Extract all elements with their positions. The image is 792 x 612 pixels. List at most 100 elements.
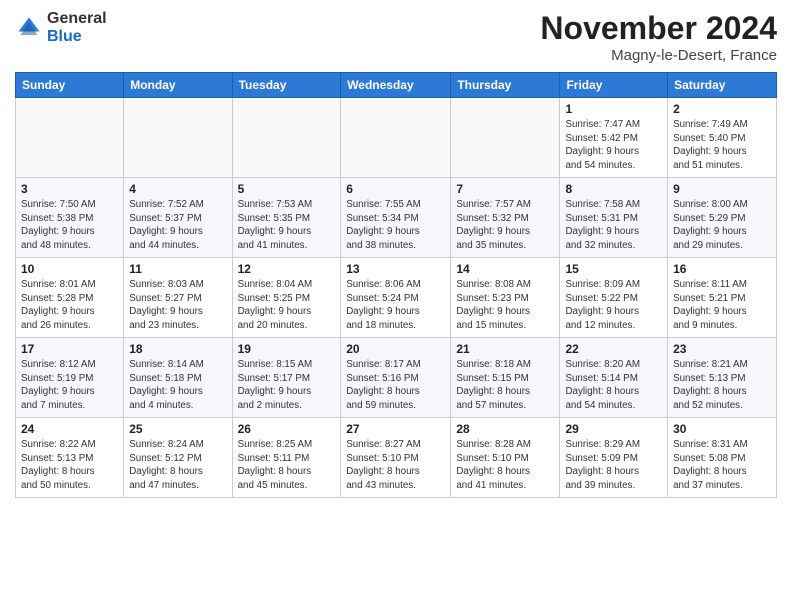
calendar-cell: 6 Sunrise: 7:55 AM Sunset: 5:34 PM Daylig… [341,178,451,258]
calendar-cell: 2 Sunrise: 7:49 AM Sunset: 5:40 PM Daylig… [668,98,777,178]
day-number: 16 [673,262,771,276]
day-info: Sunrise: 8:17 AM Sunset: 5:16 PM Dayligh… [346,358,445,413]
calendar-cell: 25Sunrise: 8:24 AM Sunset: 5:12 PM Dayli… [124,418,232,498]
day-number: 5 [238,182,336,196]
calendar-cell [16,98,124,178]
day-number: 27 [346,422,445,436]
calendar-week-row: 1 Sunrise: 7:47 AM Sunset: 5:42 PM Daylig… [16,98,777,178]
day-info: Sunrise: 7:47 AM Sunset: 5:42 PM Dayligh… [565,118,662,173]
day-number: 15 [565,262,662,276]
calendar-cell: 1 Sunrise: 7:47 AM Sunset: 5:42 PM Daylig… [560,98,668,178]
calendar-cell: 4Sunrise: 7:52 AM Sunset: 5:37 PM Daylig… [124,178,232,258]
calendar-page: General Blue November 2024 Magny-le-Dese… [0,0,792,612]
calendar-cell: 21Sunrise: 8:18 AM Sunset: 5:15 PM Dayli… [451,338,560,418]
logo: General Blue [15,10,107,45]
location: Magny-le-Desert, France [540,47,777,64]
calendar-cell: 24 Sunrise: 8:22 AM Sunset: 5:13 PM Dayli… [16,418,124,498]
calendar-cell: 10Sunrise: 8:01 AM Sunset: 5:28 PM Dayli… [16,258,124,338]
calendar-cell: 20 Sunrise: 8:17 AM Sunset: 5:16 PM Dayli… [341,338,451,418]
calendar-cell: 29Sunrise: 8:29 AM Sunset: 5:09 PM Dayli… [560,418,668,498]
day-number: 10 [21,262,118,276]
calendar-cell: 19 Sunrise: 8:15 AM Sunset: 5:17 PM Dayli… [232,338,341,418]
calendar-cell: 8 Sunrise: 7:58 AM Sunset: 5:31 PM Daylig… [560,178,668,258]
day-number: 23 [673,342,771,356]
month-title: November 2024 [540,10,777,47]
day-number: 25 [129,422,226,436]
day-info: Sunrise: 7:50 AM Sunset: 5:38 PM Dayligh… [21,198,118,253]
calendar-cell: 22Sunrise: 8:20 AM Sunset: 5:14 PM Dayli… [560,338,668,418]
day-number: 6 [346,182,445,196]
day-number: 9 [673,182,771,196]
calendar-week-row: 17 Sunrise: 8:12 AM Sunset: 5:19 PM Dayli… [16,338,777,418]
weekday-header: Tuesday [232,73,341,98]
day-number: 8 [565,182,662,196]
day-number: 11 [129,262,226,276]
day-info: Sunrise: 7:57 AM Sunset: 5:32 PM Dayligh… [456,198,554,253]
day-number: 26 [238,422,336,436]
weekday-header: Saturday [668,73,777,98]
day-info: Sunrise: 8:22 AM Sunset: 5:13 PM Dayligh… [21,438,118,493]
calendar-table: SundayMondayTuesdayWednesdayThursdayFrid… [15,72,777,498]
day-info: Sunrise: 8:09 AM Sunset: 5:22 PM Dayligh… [565,278,662,333]
day-number: 7 [456,182,554,196]
calendar-cell: 11 Sunrise: 8:03 AM Sunset: 5:27 PM Dayli… [124,258,232,338]
day-number: 2 [673,102,771,116]
day-info: Sunrise: 8:27 AM Sunset: 5:10 PM Dayligh… [346,438,445,493]
day-number: 17 [21,342,118,356]
calendar-cell [341,98,451,178]
day-info: Sunrise: 7:55 AM Sunset: 5:34 PM Dayligh… [346,198,445,253]
calendar-week-row: 10Sunrise: 8:01 AM Sunset: 5:28 PM Dayli… [16,258,777,338]
calendar-cell: 30Sunrise: 8:31 AM Sunset: 5:08 PM Dayli… [668,418,777,498]
calendar-week-row: 24 Sunrise: 8:22 AM Sunset: 5:13 PM Dayli… [16,418,777,498]
day-info: Sunrise: 8:03 AM Sunset: 5:27 PM Dayligh… [129,278,226,333]
calendar-cell: 23 Sunrise: 8:21 AM Sunset: 5:13 PM Dayli… [668,338,777,418]
weekday-header: Sunday [16,73,124,98]
calendar-cell: 15 Sunrise: 8:09 AM Sunset: 5:22 PM Dayli… [560,258,668,338]
day-info: Sunrise: 8:00 AM Sunset: 5:29 PM Dayligh… [673,198,771,253]
logo-icon [15,14,43,42]
day-number: 28 [456,422,554,436]
day-info: Sunrise: 8:14 AM Sunset: 5:18 PM Dayligh… [129,358,226,413]
header: General Blue November 2024 Magny-le-Dese… [15,10,777,64]
day-info: Sunrise: 8:15 AM Sunset: 5:17 PM Dayligh… [238,358,336,413]
title-section: November 2024 Magny-le-Desert, France [540,10,777,64]
day-info: Sunrise: 8:28 AM Sunset: 5:10 PM Dayligh… [456,438,554,493]
weekday-header: Friday [560,73,668,98]
weekday-header: Thursday [451,73,560,98]
calendar-cell [451,98,560,178]
day-info: Sunrise: 8:29 AM Sunset: 5:09 PM Dayligh… [565,438,662,493]
calendar-header-row: SundayMondayTuesdayWednesdayThursdayFrid… [16,73,777,98]
logo-blue: Blue [47,28,82,45]
calendar-cell: 5 Sunrise: 7:53 AM Sunset: 5:35 PM Daylig… [232,178,341,258]
day-info: Sunrise: 8:12 AM Sunset: 5:19 PM Dayligh… [21,358,118,413]
day-info: Sunrise: 8:06 AM Sunset: 5:24 PM Dayligh… [346,278,445,333]
day-number: 13 [346,262,445,276]
day-info: Sunrise: 7:58 AM Sunset: 5:31 PM Dayligh… [565,198,662,253]
day-number: 18 [129,342,226,356]
calendar-cell: 28 Sunrise: 8:28 AM Sunset: 5:10 PM Dayli… [451,418,560,498]
day-number: 24 [21,422,118,436]
day-number: 22 [565,342,662,356]
day-number: 12 [238,262,336,276]
logo-general: General [47,10,107,27]
day-info: Sunrise: 7:53 AM Sunset: 5:35 PM Dayligh… [238,198,336,253]
day-number: 19 [238,342,336,356]
day-info: Sunrise: 8:31 AM Sunset: 5:08 PM Dayligh… [673,438,771,493]
calendar-cell: 26Sunrise: 8:25 AM Sunset: 5:11 PM Dayli… [232,418,341,498]
weekday-header: Wednesday [341,73,451,98]
calendar-week-row: 3Sunrise: 7:50 AM Sunset: 5:38 PM Daylig… [16,178,777,258]
logo-text: General Blue [47,10,107,45]
day-info: Sunrise: 7:49 AM Sunset: 5:40 PM Dayligh… [673,118,771,173]
calendar-cell: 17 Sunrise: 8:12 AM Sunset: 5:19 PM Dayli… [16,338,124,418]
calendar-cell: 7 Sunrise: 7:57 AM Sunset: 5:32 PM Daylig… [451,178,560,258]
calendar-cell: 3Sunrise: 7:50 AM Sunset: 5:38 PM Daylig… [16,178,124,258]
day-number: 4 [129,182,226,196]
calendar-cell: 14 Sunrise: 8:08 AM Sunset: 5:23 PM Dayli… [451,258,560,338]
day-number: 1 [565,102,662,116]
day-info: Sunrise: 8:08 AM Sunset: 5:23 PM Dayligh… [456,278,554,333]
day-info: Sunrise: 8:11 AM Sunset: 5:21 PM Dayligh… [673,278,771,333]
day-info: Sunrise: 8:21 AM Sunset: 5:13 PM Dayligh… [673,358,771,413]
calendar-cell: 27 Sunrise: 8:27 AM Sunset: 5:10 PM Dayli… [341,418,451,498]
day-number: 20 [346,342,445,356]
day-number: 14 [456,262,554,276]
